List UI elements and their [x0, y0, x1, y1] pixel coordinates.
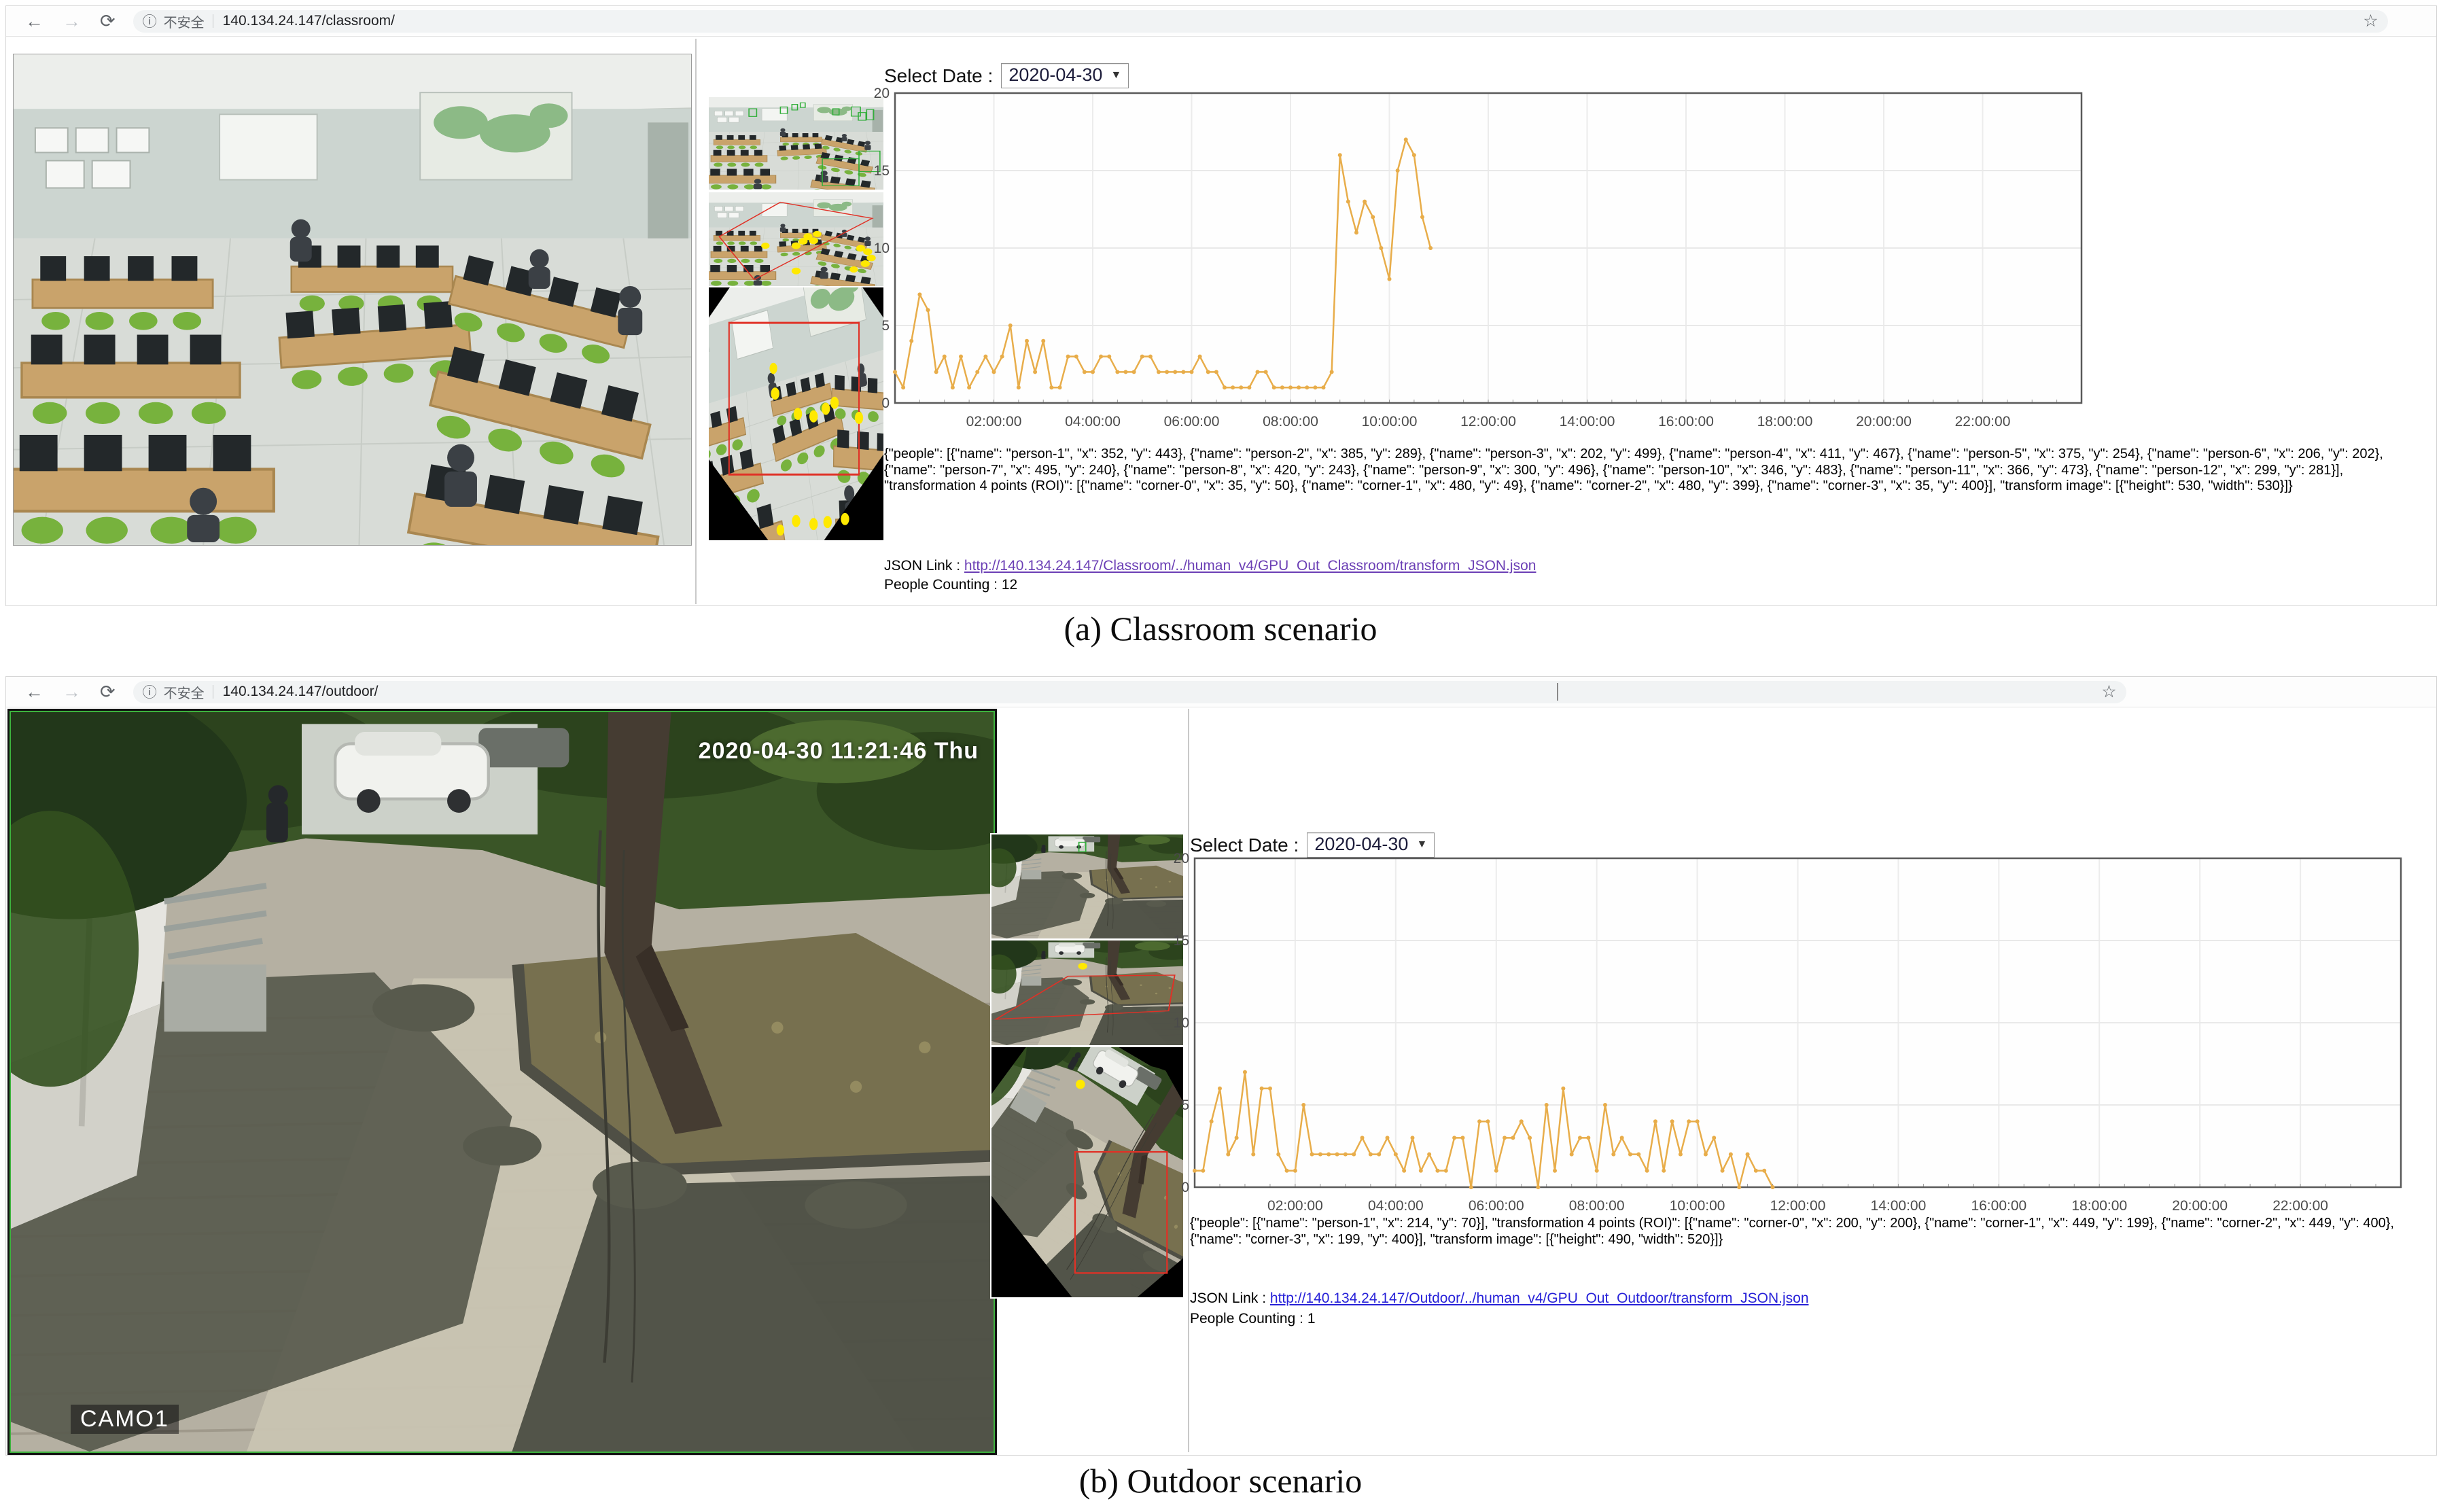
security-label: 不安全	[164, 12, 205, 31]
info-icon[interactable]: ⓘ	[143, 11, 157, 31]
person-dot	[1078, 963, 1087, 970]
camera-timestamp: 2020-04-30 11:21:46 Thu	[699, 738, 979, 764]
svg-text:5: 5	[881, 318, 890, 334]
svg-text:0: 0	[881, 395, 890, 411]
svg-text:08:00:00: 08:00:00	[1263, 414, 1318, 429]
classroom-camera-view	[13, 54, 692, 546]
svg-text:14:00:00: 14:00:00	[1560, 414, 1615, 429]
people-counting-value: 12	[1002, 577, 1017, 593]
svg-text:22:00:00: 22:00:00	[2272, 1198, 2328, 1214]
svg-text:14:00:00: 14:00:00	[1871, 1198, 1927, 1214]
svg-text:10: 10	[874, 241, 890, 256]
outdoor-transform-thumbnail	[990, 1046, 1184, 1299]
text-cursor	[1557, 683, 1558, 701]
svg-text:06:00:00: 06:00:00	[1164, 414, 1220, 429]
json-output-text: {"people": [{"name": "person-1", "x": 35…	[884, 446, 2436, 495]
classroom-screenshot: ← → ⟳ ⓘ 不安全 140.134.24.147/classroom/ ☆	[5, 5, 2437, 606]
json-link-label: JSON Link :	[1190, 1290, 1266, 1306]
classroom-detection-thumbnail	[707, 96, 885, 191]
svg-text:10:00:00: 10:00:00	[1362, 414, 1418, 429]
address-bar[interactable]: ⓘ 不安全 140.134.24.147/classroom/ ☆	[133, 10, 2388, 33]
svg-text:18:00:00: 18:00:00	[1757, 414, 1813, 429]
svg-text:15: 15	[874, 163, 890, 179]
camera-label: CAMO1	[71, 1405, 179, 1434]
people-count-chart-classroom: 0 5 10 15 20 02:00:00 04:00:00 06:00:00 08:00:00…	[869, 86, 2092, 442]
browser-toolbar: ← → ⟳ ⓘ 不安全 140.134.24.147/classroom/ ☆	[6, 6, 2436, 37]
svg-text:16:00:00: 16:00:00	[1658, 414, 1714, 429]
address-bar[interactable]: ⓘ 不安全 140.134.24.147/outdoor/ ☆	[133, 681, 2126, 703]
select-date-row: Select Date : 2020-04-30 ▼	[884, 63, 1129, 88]
select-date-label: Select Date :	[884, 65, 993, 87]
back-icon[interactable]: ←	[25, 677, 43, 707]
security-label: 不安全	[164, 682, 205, 702]
bookmark-star-icon[interactable]: ☆	[2101, 682, 2116, 702]
svg-text:08:00:00: 08:00:00	[1569, 1198, 1625, 1214]
json-link-row: JSON Link : http://140.134.24.147/Classr…	[884, 558, 1536, 574]
people-counting-label: People Counting :	[1190, 1311, 1303, 1326]
reload-icon[interactable]: ⟳	[100, 6, 116, 36]
svg-text:04:00:00: 04:00:00	[1065, 414, 1121, 429]
classroom-transform-thumbnail	[707, 286, 885, 542]
json-output-text: {"people": [{"name": "person-1", "x": 21…	[1190, 1216, 2436, 1248]
caption-a: (a) Classroom scenario	[0, 609, 2441, 648]
svg-text:20: 20	[874, 86, 890, 101]
svg-text:20:00:00: 20:00:00	[1856, 414, 1912, 429]
classroom-roi-thumbnail	[707, 191, 885, 287]
outdoor-camera-view: 2020-04-30 11:21:46 Thu CAMO1	[7, 709, 997, 1455]
forward-icon[interactable]: →	[63, 677, 81, 707]
svg-text:06:00:00: 06:00:00	[1469, 1198, 1524, 1214]
caption-b: (b) Outdoor scenario	[0, 1461, 2441, 1500]
person-dot	[1076, 1080, 1085, 1089]
svg-text:0: 0	[1181, 1180, 1189, 1195]
outdoor-detection-thumbnail	[990, 833, 1184, 940]
bookmark-star-icon[interactable]: ☆	[2363, 11, 2378, 31]
svg-text:12:00:00: 12:00:00	[1770, 1198, 1826, 1214]
figure-page: ← → ⟳ ⓘ 不安全 140.134.24.147/classroom/ ☆	[0, 0, 2441, 1512]
svg-text:20: 20	[1174, 851, 1189, 866]
people-counting-row: People Counting : 1	[1190, 1311, 1316, 1327]
json-link[interactable]: http://140.134.24.147/Outdoor/../human_v…	[1270, 1290, 1809, 1306]
panel-divider	[695, 39, 697, 604]
url-text[interactable]: 140.134.24.147/outdoor/	[223, 684, 379, 700]
url-text[interactable]: 140.134.24.147/classroom/	[223, 13, 395, 29]
outdoor-screenshot: ← → ⟳ ⓘ 不安全 140.134.24.147/outdoor/ ☆ 20…	[5, 676, 2437, 1456]
svg-text:02:00:00: 02:00:00	[1267, 1198, 1323, 1214]
people-counting-label: People Counting :	[884, 577, 998, 593]
date-select-value: 2020-04-30	[1008, 65, 1102, 86]
svg-text:10:00:00: 10:00:00	[1670, 1198, 1725, 1214]
svg-text:04:00:00: 04:00:00	[1368, 1198, 1424, 1214]
reload-icon[interactable]: ⟳	[100, 677, 116, 707]
chevron-down-icon: ▼	[1416, 839, 1427, 851]
svg-text:15: 15	[1174, 933, 1189, 949]
forward-icon[interactable]: →	[63, 6, 81, 36]
date-select[interactable]: 2020-04-30 ▼	[1001, 63, 1129, 88]
json-link[interactable]: http://140.134.24.147/Classroom/../human…	[964, 558, 1536, 574]
browser-toolbar: ← → ⟳ ⓘ 不安全 140.134.24.147/outdoor/ ☆	[6, 677, 2436, 707]
svg-text:10: 10	[1174, 1015, 1189, 1031]
svg-text:02:00:00: 02:00:00	[966, 414, 1022, 429]
outdoor-roi-thumbnail	[990, 939, 1184, 1047]
info-icon[interactable]: ⓘ	[143, 682, 157, 702]
json-link-row: JSON Link : http://140.134.24.147/Outdoo…	[1190, 1290, 1809, 1307]
svg-text:20:00:00: 20:00:00	[2172, 1198, 2228, 1214]
people-counting-value: 1	[1307, 1311, 1316, 1326]
people-counting-row: People Counting : 12	[884, 577, 1017, 593]
json-link-label: JSON Link :	[884, 558, 960, 574]
svg-text:16:00:00: 16:00:00	[1971, 1198, 2026, 1214]
people-count-chart-outdoor: 0 5 10 15 20 02:00:00 04:00:00 06:00:00 08:00:00…	[1164, 851, 2412, 1223]
svg-text:12:00:00: 12:00:00	[1460, 414, 1516, 429]
back-icon[interactable]: ←	[25, 6, 43, 36]
chevron-down-icon: ▼	[1110, 69, 1121, 82]
svg-text:22:00:00: 22:00:00	[1955, 414, 2011, 429]
svg-text:18:00:00: 18:00:00	[2071, 1198, 2127, 1214]
svg-text:5: 5	[1181, 1097, 1189, 1113]
